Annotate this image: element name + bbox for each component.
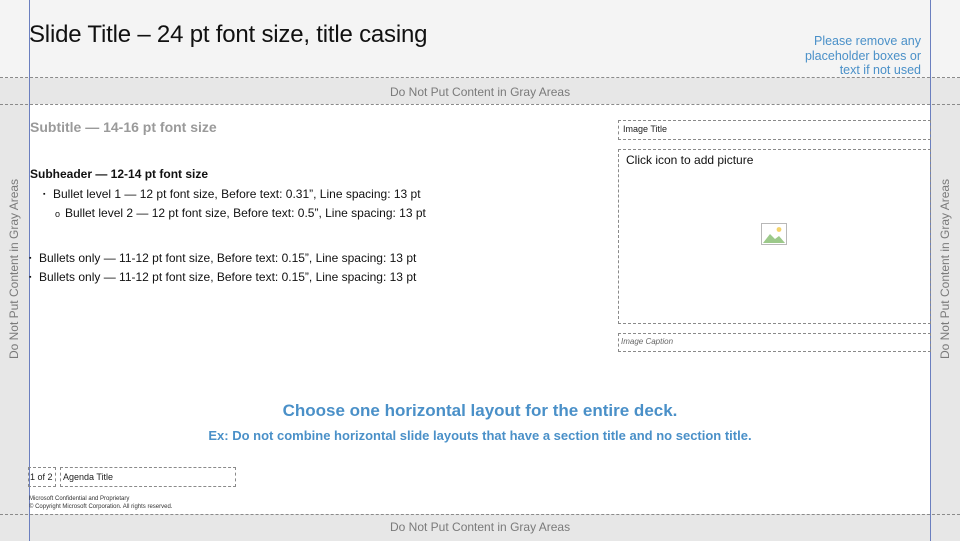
- confidential-notice: Microsoft Confidential and Proprietary: [29, 496, 130, 502]
- slide-canvas: Do Not Put Content in Gray Areas Do Not …: [0, 0, 960, 541]
- body-subheader[interactable]: Subheader — 12-14 pt font size: [30, 167, 208, 181]
- page-number-placeholder[interactable]: 1 of 2: [28, 467, 56, 487]
- bullet-level-1[interactable]: ▪ Bullet level 1 — 12 pt font size, Befor…: [43, 187, 421, 201]
- layout-guidance-heading: Choose one horizontal layout for the ent…: [282, 401, 678, 420]
- gray-area-label-left: Do Not Put Content in Gray Areas: [7, 178, 21, 360]
- bullet-text: Bullets only — 11-12 pt font size, Befor…: [39, 251, 417, 265]
- bullet-text: Bullet level 1 — 12 pt font size, Before…: [53, 187, 421, 201]
- picture-prompt: Click icon to add picture: [626, 153, 754, 167]
- bullet-only[interactable]: ▪ Bullets only — 11-12 pt font size, Befo…: [29, 251, 416, 265]
- picture-placeholder[interactable]: Click icon to add picture: [618, 149, 931, 324]
- placeholder-note-line: text if not used: [839, 63, 921, 77]
- slide-title[interactable]: Slide Title – 24 pt font size, title cas…: [29, 21, 427, 49]
- picture-icon[interactable]: [761, 223, 787, 245]
- image-title-placeholder[interactable]: Image Title: [618, 120, 931, 140]
- guide-lower: [0, 514, 960, 515]
- bullet-marker: o: [55, 209, 61, 219]
- bullet-marker: ▪: [29, 255, 32, 262]
- bullet-text: Bullet level 2 — 12 pt font size, Before…: [65, 206, 426, 220]
- gray-area-label-right: Do Not Put Content in Gray Areas: [938, 178, 952, 360]
- layout-guidance-example: Ex: Do not combine horizontal slide layo…: [208, 428, 752, 443]
- placeholder-note-line: Please remove any: [813, 34, 921, 48]
- gray-area-label-top: Do Not Put Content in Gray Areas: [390, 85, 571, 99]
- slide-subtitle[interactable]: Subtitle — 14-16 pt font size: [30, 119, 217, 135]
- agenda-title-placeholder[interactable]: Agenda Title: [60, 467, 236, 487]
- image-title-text: Image Title: [623, 124, 668, 134]
- copyright-notice: © Copyright Microsoft Corporation. All r…: [29, 504, 173, 510]
- bullet-marker: ▪: [43, 191, 46, 198]
- bullet-text: Bullets only — 11-12 pt font size, Befor…: [39, 270, 417, 284]
- bullet-only[interactable]: ▪ Bullets only — 11-12 pt font size, Befo…: [29, 270, 416, 284]
- bullet-marker: ▪: [29, 274, 32, 281]
- gray-area-label-bottom: Do Not Put Content in Gray Areas: [390, 520, 571, 534]
- guide-upper: [0, 104, 960, 105]
- image-caption-text: Image Caption: [621, 337, 674, 346]
- placeholder-note-line: placeholder boxes or: [804, 48, 921, 63]
- image-caption-placeholder[interactable]: Image Caption: [618, 333, 931, 352]
- placeholder-note: Please remove any placeholder boxes or t…: [761, 34, 921, 78]
- bullet-level-2[interactable]: o Bullet level 2 — 12 pt font size, Befor…: [55, 206, 426, 220]
